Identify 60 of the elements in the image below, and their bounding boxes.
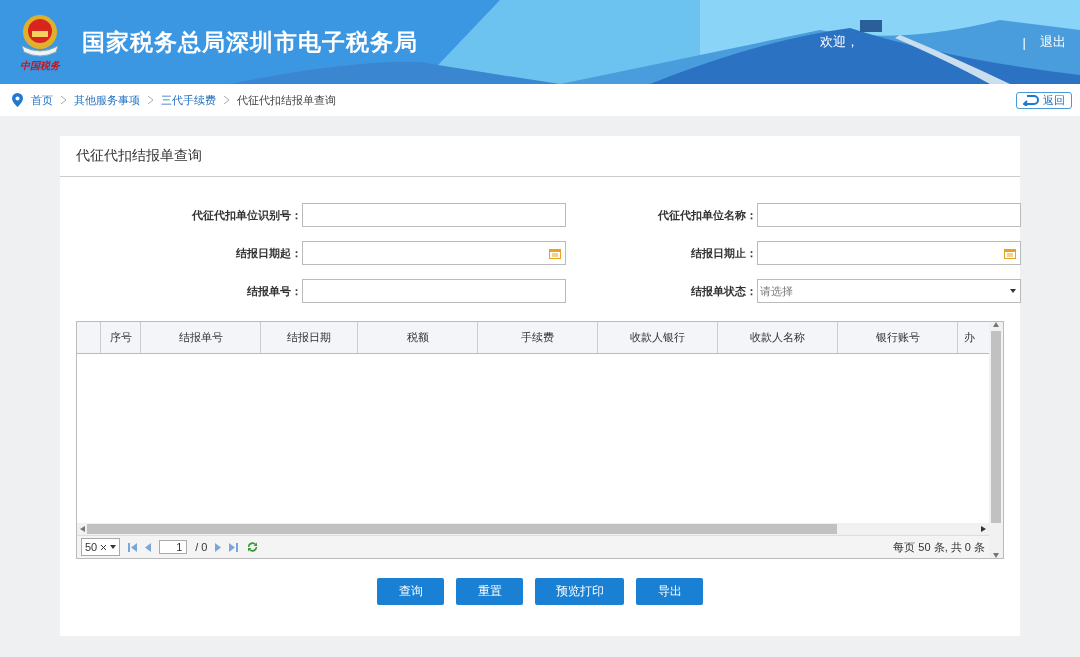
site-title: 国家税务总局深圳市电子税务局 [82,27,418,57]
scroll-left-icon[interactable] [80,526,85,532]
scroll-up-icon[interactable] [993,322,999,327]
chevron-icon [148,96,153,104]
page-size-select[interactable]: 50 [81,538,121,556]
page-number-field[interactable]: 1 [159,540,188,554]
column-header[interactable]: 收款人名称 [750,330,805,345]
caret-icon [110,545,117,549]
column-header[interactable]: 办 [964,330,975,345]
last-page-icon[interactable] [229,542,239,552]
scroll-down-icon[interactable] [993,553,999,558]
input-field[interactable] [302,203,566,227]
column-header[interactable]: 收款人银行 [630,330,685,345]
back-button[interactable]: 返回 [1016,91,1072,109]
separator: | [1022,34,1026,50]
date-field[interactable] [302,241,566,265]
previous-page-icon[interactable] [145,542,152,552]
page-total: / 0 [195,541,208,553]
column-header[interactable]: 序号 [109,330,132,345]
calendar-icon [549,247,561,259]
field-label: 结报单状态： [691,283,757,299]
logo-text: 中国税务 [20,60,60,72]
first-page-icon[interactable] [128,542,138,552]
column-header[interactable]: 结报日期 [287,330,331,345]
column-header[interactable]: 银行账号 [875,330,920,345]
breadcrumb-link[interactable]: 其他服务事项 [74,92,140,108]
input-field[interactable] [302,279,566,303]
action-button[interactable]: 查询 [377,578,444,605]
panel-title: 代征代扣结报单查询 [60,136,1020,177]
horizontal-scrollbar[interactable] [87,524,837,534]
caret-icon [1010,289,1016,293]
column-header[interactable]: 税额 [406,330,429,345]
vertical-scrollbar[interactable] [991,331,1001,523]
breadcrumb-link[interactable]: 三代手续费 [161,92,216,108]
return-arrow-icon [1023,94,1039,106]
breadcrumb-current: 代征代扣结报单查询 [237,92,336,108]
status-dropdown[interactable]: 请选择 [757,279,1021,303]
breadcrumb-link[interactable]: 首页 [31,92,53,108]
field-label: 代征代扣单位名称： [658,207,757,223]
field-label: 代征代扣单位识别号： [192,207,302,223]
action-button[interactable]: 重置 [456,578,523,605]
location-pin-icon [12,93,23,107]
column-header[interactable]: 手续费 [521,330,554,345]
chevron-icon [61,96,66,104]
date-field[interactable] [757,241,1021,265]
chevron-icon [224,96,229,104]
action-button[interactable]: 预览打印 [535,578,624,605]
field-label: 结报单号： [247,283,302,299]
action-button[interactable]: 导出 [636,578,703,605]
welcome-text: 欢迎， [819,33,859,51]
scroll-right-icon[interactable] [981,526,986,532]
column-header[interactable]: 结报单号 [178,330,223,345]
clear-icon[interactable] [100,543,108,551]
field-label: 结报日期起： [236,245,302,261]
calendar-icon [1004,247,1016,259]
next-page-icon[interactable] [215,542,222,552]
refresh-icon[interactable] [246,541,260,553]
page-summary: 每页 50 条, 共 0 条 [893,539,985,555]
field-label: 结报日期止： [691,245,757,261]
input-field[interactable] [757,203,1021,227]
